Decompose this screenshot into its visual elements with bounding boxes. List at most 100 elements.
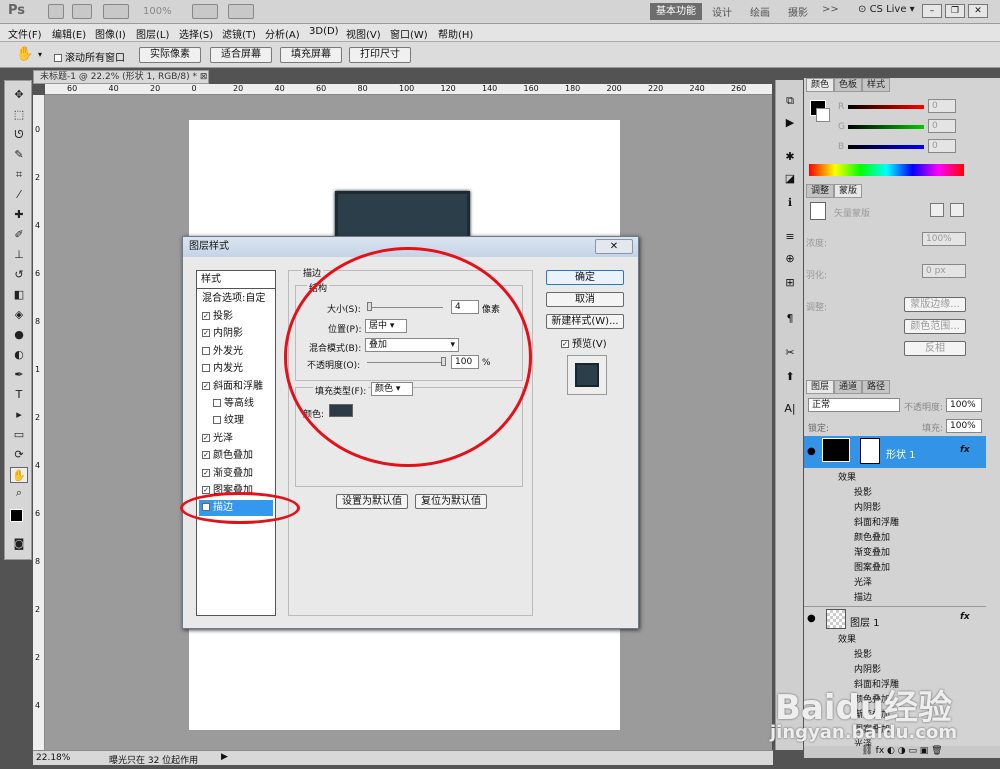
tab-styles[interactable]: 样式 xyxy=(862,78,891,92)
make-default-button[interactable]: 设置为默认值 xyxy=(336,494,408,509)
cs-live-button[interactable]: ⊙ CS Live ▾ xyxy=(858,4,915,15)
brush-tool-icon[interactable]: ✐ xyxy=(10,227,28,243)
eraser-tool-icon[interactable]: ◧ xyxy=(10,287,28,303)
style-checkbox-3[interactable] xyxy=(202,364,210,373)
scroll-all-windows-checkbox[interactable]: 滚动所有窗口 xyxy=(54,49,125,64)
menu-view[interactable]: 视图(V) xyxy=(346,26,381,41)
menu-help[interactable]: 帮助(H) xyxy=(438,26,473,41)
tab-layers[interactable]: 图层 xyxy=(806,380,835,394)
close-app-button[interactable]: ✕ xyxy=(968,4,988,18)
color-range-button[interactable]: 颜色范围... xyxy=(904,319,966,334)
r-value[interactable]: 0 xyxy=(928,99,956,113)
zoom-combo[interactable]: 100% xyxy=(143,6,172,17)
g-value[interactable]: 0 xyxy=(928,119,956,133)
tab-masks[interactable]: 蒙版 xyxy=(834,184,863,198)
menu-layer[interactable]: 图层(L) xyxy=(136,26,169,41)
layer-name-shape1[interactable]: 形状 1 xyxy=(886,446,916,461)
print-size-button[interactable]: 打印尺寸 xyxy=(349,47,411,63)
cancel-button[interactable]: 取消 xyxy=(546,292,624,307)
dialog-close-button[interactable]: ✕ xyxy=(595,239,633,254)
layer-opacity-value[interactable]: 100% xyxy=(946,398,982,412)
healing-tool-icon[interactable]: ✚ xyxy=(10,207,28,223)
style-checkbox-7[interactable]: ✓ xyxy=(202,433,210,442)
screen-mode-icon[interactable] xyxy=(228,4,254,19)
invert-button[interactable]: 反相 xyxy=(904,341,966,356)
style-checkbox-1[interactable]: ✓ xyxy=(202,329,210,338)
style-item-2[interactable]: 外发光 xyxy=(199,344,273,360)
preview-check-box[interactable]: ✓ xyxy=(561,340,569,348)
tab-adjustments[interactable]: 调整 xyxy=(806,184,835,198)
r-slider[interactable] xyxy=(848,105,924,109)
mask-edge-button[interactable]: 蒙版边缘... xyxy=(904,297,966,312)
navigator-icon[interactable]: ◪ xyxy=(782,172,798,186)
style-checkbox-10[interactable]: ✓ xyxy=(202,486,210,494)
b-slider[interactable] xyxy=(848,145,924,149)
quick-select-tool-icon[interactable]: ✎ xyxy=(10,147,28,163)
new-style-button[interactable]: 新建样式(W)... xyxy=(546,314,624,329)
document-tab[interactable]: 未标题-1 @ 22.2% (形状 1, RGB/8) * ⊠ xyxy=(33,70,209,84)
color-bg-swatch[interactable] xyxy=(816,108,830,122)
style-item-7[interactable]: ✓ 光泽 xyxy=(199,431,273,447)
menu-3d[interactable]: 3D(D) xyxy=(309,26,339,37)
g-slider[interactable] xyxy=(848,125,924,129)
status-menu-arrow-icon[interactable]: ▶ xyxy=(221,752,228,762)
style-checkbox-4[interactable]: ✓ xyxy=(202,381,210,390)
effect-item[interactable]: 描边 xyxy=(854,590,872,603)
text-icon[interactable]: A| xyxy=(782,402,798,416)
mini-bridge-icon[interactable] xyxy=(72,4,92,19)
quick-mask-icon[interactable]: ◙ xyxy=(10,536,28,552)
menu-edit[interactable]: 编辑(E) xyxy=(52,26,86,41)
style-item-0[interactable]: ✓ 投影 xyxy=(199,309,273,325)
preview-checkbox[interactable]: ✓ 预览(V) xyxy=(561,335,607,350)
layer-row-shape1[interactable]: ● 形状 1 fx xyxy=(804,436,986,468)
workspace-design[interactable]: 设计 xyxy=(712,4,732,19)
type-tool-icon[interactable]: T xyxy=(10,387,28,403)
actions-icon[interactable]: ▶ xyxy=(782,116,798,130)
blend-mode-select[interactable]: 正常 xyxy=(808,398,900,412)
marquee-tool-icon[interactable]: ⬚ xyxy=(10,107,28,123)
menu-file[interactable]: 文件(F) xyxy=(8,26,42,41)
hand-tool-icon[interactable]: ✋ xyxy=(16,46,33,62)
pixel-mask-icon[interactable] xyxy=(930,203,944,217)
style-item-9[interactable]: ✓ 渐变叠加 xyxy=(199,466,273,482)
workspace-photo[interactable]: 摄影 xyxy=(788,4,808,19)
bucket-tool-icon[interactable]: ◈ xyxy=(10,307,28,323)
effects-header[interactable]: 效果 xyxy=(838,470,856,483)
shape-tool-icon[interactable]: ▭ xyxy=(10,427,28,443)
effect-item[interactable]: 颜色叠加 xyxy=(854,530,890,543)
more-workspaces[interactable]: >> xyxy=(822,4,839,15)
style-checkbox-0[interactable]: ✓ xyxy=(202,312,210,320)
effect-item[interactable]: 图案叠加 xyxy=(854,560,890,573)
effect-item[interactable]: 渐变叠加 xyxy=(854,545,890,558)
brush-panel-icon[interactable]: ≡ xyxy=(782,230,798,244)
effect-item[interactable]: 内阴影 xyxy=(854,662,881,675)
minimize-button[interactable]: – xyxy=(922,4,942,18)
color-spectrum[interactable] xyxy=(809,164,964,176)
style-checkbox-5[interactable] xyxy=(213,399,221,407)
pen-tool-icon[interactable]: ✒ xyxy=(10,367,28,383)
density-value[interactable]: 100% xyxy=(922,232,966,246)
effect-item[interactable]: 内阴影 xyxy=(854,500,881,513)
style-item-6[interactable]: 纹理 xyxy=(199,413,273,429)
tool-preset-dropdown[interactable]: ▾ xyxy=(38,50,42,59)
tool-presets-icon[interactable]: ⊞ xyxy=(782,276,798,290)
fit-screen-button[interactable]: 适合屏幕 xyxy=(210,47,272,63)
clone-source-icon[interactable]: ⊕ xyxy=(782,252,798,266)
effect-item[interactable]: 光泽 xyxy=(854,575,872,588)
hand-tool-selected-icon[interactable]: ✋ xyxy=(10,467,28,483)
fill-value[interactable]: 100% xyxy=(946,419,982,433)
menu-analysis[interactable]: 分析(A) xyxy=(265,26,300,41)
scroll-all-checkbox-box[interactable] xyxy=(54,54,62,62)
effects-header[interactable]: 效果 xyxy=(838,632,856,645)
eyedropper-tool-icon[interactable]: ⁄ xyxy=(10,187,28,203)
menu-filter[interactable]: 滤镜(T) xyxy=(222,26,256,41)
reset-default-button[interactable]: 复位为默认值 xyxy=(415,494,487,509)
style-item-8[interactable]: ✓ 颜色叠加 xyxy=(199,448,273,464)
close-doc-icon[interactable]: ⊠ xyxy=(200,72,208,82)
b-value[interactable]: 0 xyxy=(928,139,956,153)
menu-select[interactable]: 选择(S) xyxy=(179,26,213,41)
workspace-paint[interactable]: 绘画 xyxy=(750,4,770,19)
menu-image[interactable]: 图像(I) xyxy=(95,26,126,41)
history-icon[interactable]: ⧉ xyxy=(782,94,798,108)
layer-row-layer1[interactable]: ● 图层 1 fx xyxy=(804,606,986,630)
